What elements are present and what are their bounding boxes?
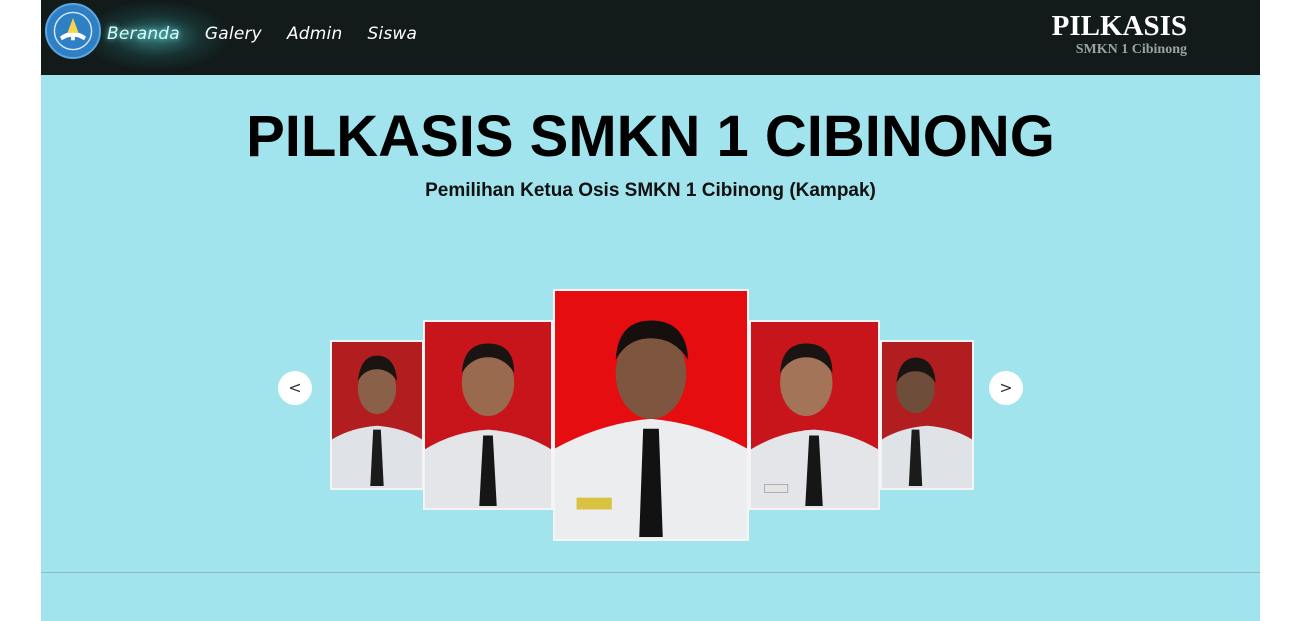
logo-emblem-icon[interactable]	[45, 3, 101, 59]
candidate-photo-1[interactable]	[330, 340, 424, 490]
carousel-prev-button[interactable]: <	[278, 371, 312, 405]
carousel-next-button[interactable]: >	[989, 371, 1023, 405]
candidate-photo-4[interactable]	[749, 320, 880, 510]
candidate-photo-5[interactable]	[880, 340, 974, 490]
brand-title: PILKASIS	[1051, 10, 1187, 42]
candidate-photo-3[interactable]	[553, 289, 749, 541]
page: Beranda Galery Admin Siswa PILKASIS SMKN…	[41, 0, 1260, 621]
section-divider	[41, 572, 1260, 573]
brand-subtitle: SMKN 1 Cibinong	[1075, 42, 1187, 57]
nav-link-admin[interactable]: Admin	[287, 24, 342, 44]
nav-link-beranda[interactable]: Beranda	[107, 24, 180, 44]
nav-link-siswa[interactable]: Siswa	[367, 24, 417, 44]
page-title: PILKASIS SMKN 1 CIBINONG	[246, 104, 1055, 169]
candidate-photo-2[interactable]	[423, 320, 553, 510]
page-subtitle: Pemilihan Ketua Osis SMKN 1 Cibinong (Ka…	[425, 180, 876, 201]
nav-links: Beranda Galery Admin Siswa	[107, 24, 442, 44]
brand[interactable]: PILKASIS SMKN 1 Cibinong	[1052, 10, 1187, 58]
navbar: Beranda Galery Admin Siswa PILKASIS SMKN…	[41, 0, 1260, 75]
nav-link-galery[interactable]: Galery	[205, 24, 262, 44]
